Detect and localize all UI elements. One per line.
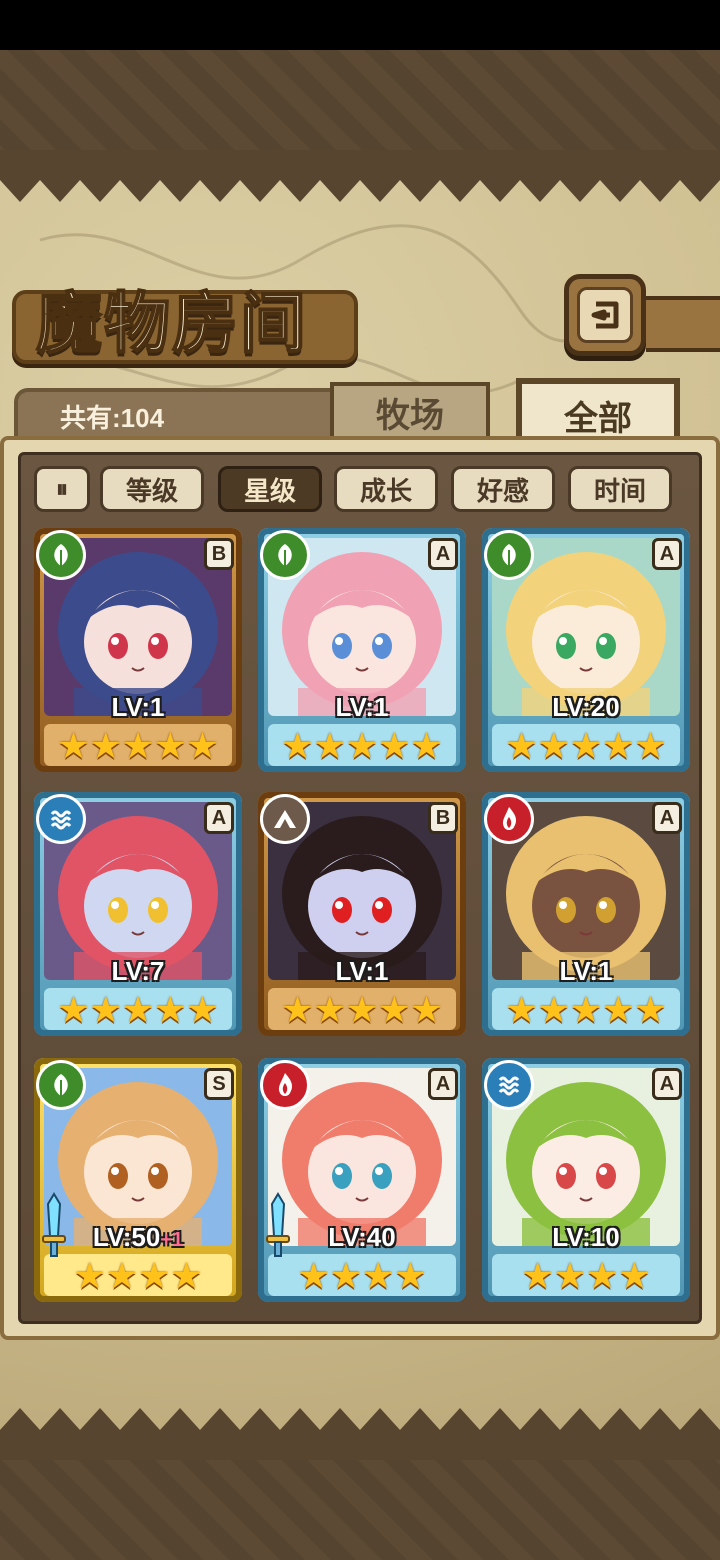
- monster-level: LV:1: [258, 956, 466, 987]
- sort-order-icon: ⏸: [56, 475, 68, 503]
- rank-badge: A: [204, 802, 234, 834]
- star-rating: ★★★★: [521, 1255, 651, 1297]
- sort-order-toggle[interactable]: ⏸: [34, 466, 90, 512]
- nature-element-icon: [484, 530, 534, 580]
- sort-affection-button[interactable]: 好感: [451, 466, 555, 512]
- sword-icon: [266, 1192, 290, 1257]
- water-element-icon: [484, 1060, 534, 1110]
- back-button[interactable]: [564, 274, 646, 356]
- sort-time-button[interactable]: 时间: [568, 466, 672, 512]
- rank-badge: B: [204, 538, 234, 570]
- star-rating: ★★★★★: [57, 725, 219, 767]
- monster-level: LV:7: [34, 956, 242, 987]
- monster-level: LV:20: [482, 692, 690, 723]
- fire-element-icon: [484, 794, 534, 844]
- tab-ranch[interactable]: 牧场: [330, 382, 490, 442]
- nature-element-icon: [260, 530, 310, 580]
- monster-card[interactable]: LV:1 ★★★★★ A: [482, 792, 690, 1036]
- sort-level-button[interactable]: 等级: [100, 466, 204, 512]
- star-rating: ★★★★: [297, 1255, 427, 1297]
- level-text: LV:40: [328, 1222, 396, 1252]
- monster-card[interactable]: LV:1 ★★★★★ A: [258, 528, 466, 772]
- rank-badge: A: [428, 1068, 458, 1100]
- level-text: LV:1: [335, 956, 389, 986]
- water-element-icon: [36, 794, 86, 844]
- star-rating: ★★★★★: [505, 725, 667, 767]
- nature-element-icon: [36, 1060, 86, 1110]
- rank-badge: B: [428, 802, 458, 834]
- level-text: LV:50: [92, 1222, 161, 1252]
- sort-star-button[interactable]: 星级: [218, 466, 322, 512]
- rank-badge: A: [428, 538, 458, 570]
- back-button-rail: [646, 296, 720, 352]
- monster-card[interactable]: LV:20 ★★★★★ A: [482, 528, 690, 772]
- level-bonus: +1: [160, 1229, 184, 1251]
- rank-badge: A: [652, 802, 682, 834]
- rank-badge: A: [652, 1068, 682, 1100]
- monster-card[interactable]: LV:1 ★★★★★ B: [258, 792, 466, 1036]
- monster-count: 共有:104: [60, 403, 165, 433]
- rank-badge: A: [652, 538, 682, 570]
- monster-card[interactable]: LV:1 ★★★★★ B: [34, 528, 242, 772]
- star-rating: ★★★★: [73, 1255, 203, 1297]
- star-rating: ★★★★★: [281, 725, 443, 767]
- monster-card[interactable]: LV:50+1 ★★★★ S: [34, 1058, 242, 1302]
- page-title: 魔物房间: [35, 283, 308, 363]
- monster-card[interactable]: LV:10 ★★★★ A: [482, 1058, 690, 1302]
- earth-element-icon: [260, 794, 310, 844]
- status-bar: [0, 0, 720, 50]
- level-text: LV:1: [111, 692, 165, 722]
- star-rating: ★★★★★: [505, 989, 667, 1031]
- star-rating: ★★★★★: [281, 989, 443, 1031]
- monster-level: LV:10: [482, 1222, 690, 1253]
- star-rating: ★★★★★: [57, 989, 219, 1031]
- back-icon: [577, 287, 633, 343]
- fire-element-icon: [260, 1060, 310, 1110]
- torn-edge-bottom: [0, 1408, 720, 1460]
- monster-card[interactable]: LV:40 ★★★★ A: [258, 1058, 466, 1302]
- monster-level: LV:1: [482, 956, 690, 987]
- level-text: LV:10: [552, 1222, 620, 1252]
- level-text: LV:1: [335, 692, 389, 722]
- sort-growth-button[interactable]: 成长: [334, 466, 438, 512]
- level-text: LV:7: [111, 956, 165, 986]
- monster-card[interactable]: LV:7 ★★★★★ A: [34, 792, 242, 1036]
- monster-level: LV:1: [34, 692, 242, 723]
- sword-icon: [42, 1192, 66, 1257]
- rank-badge: S: [204, 1068, 234, 1100]
- nature-element-icon: [36, 530, 86, 580]
- level-text: LV:1: [559, 956, 613, 986]
- monster-level: LV:1: [258, 692, 466, 723]
- level-text: LV:20: [552, 692, 620, 722]
